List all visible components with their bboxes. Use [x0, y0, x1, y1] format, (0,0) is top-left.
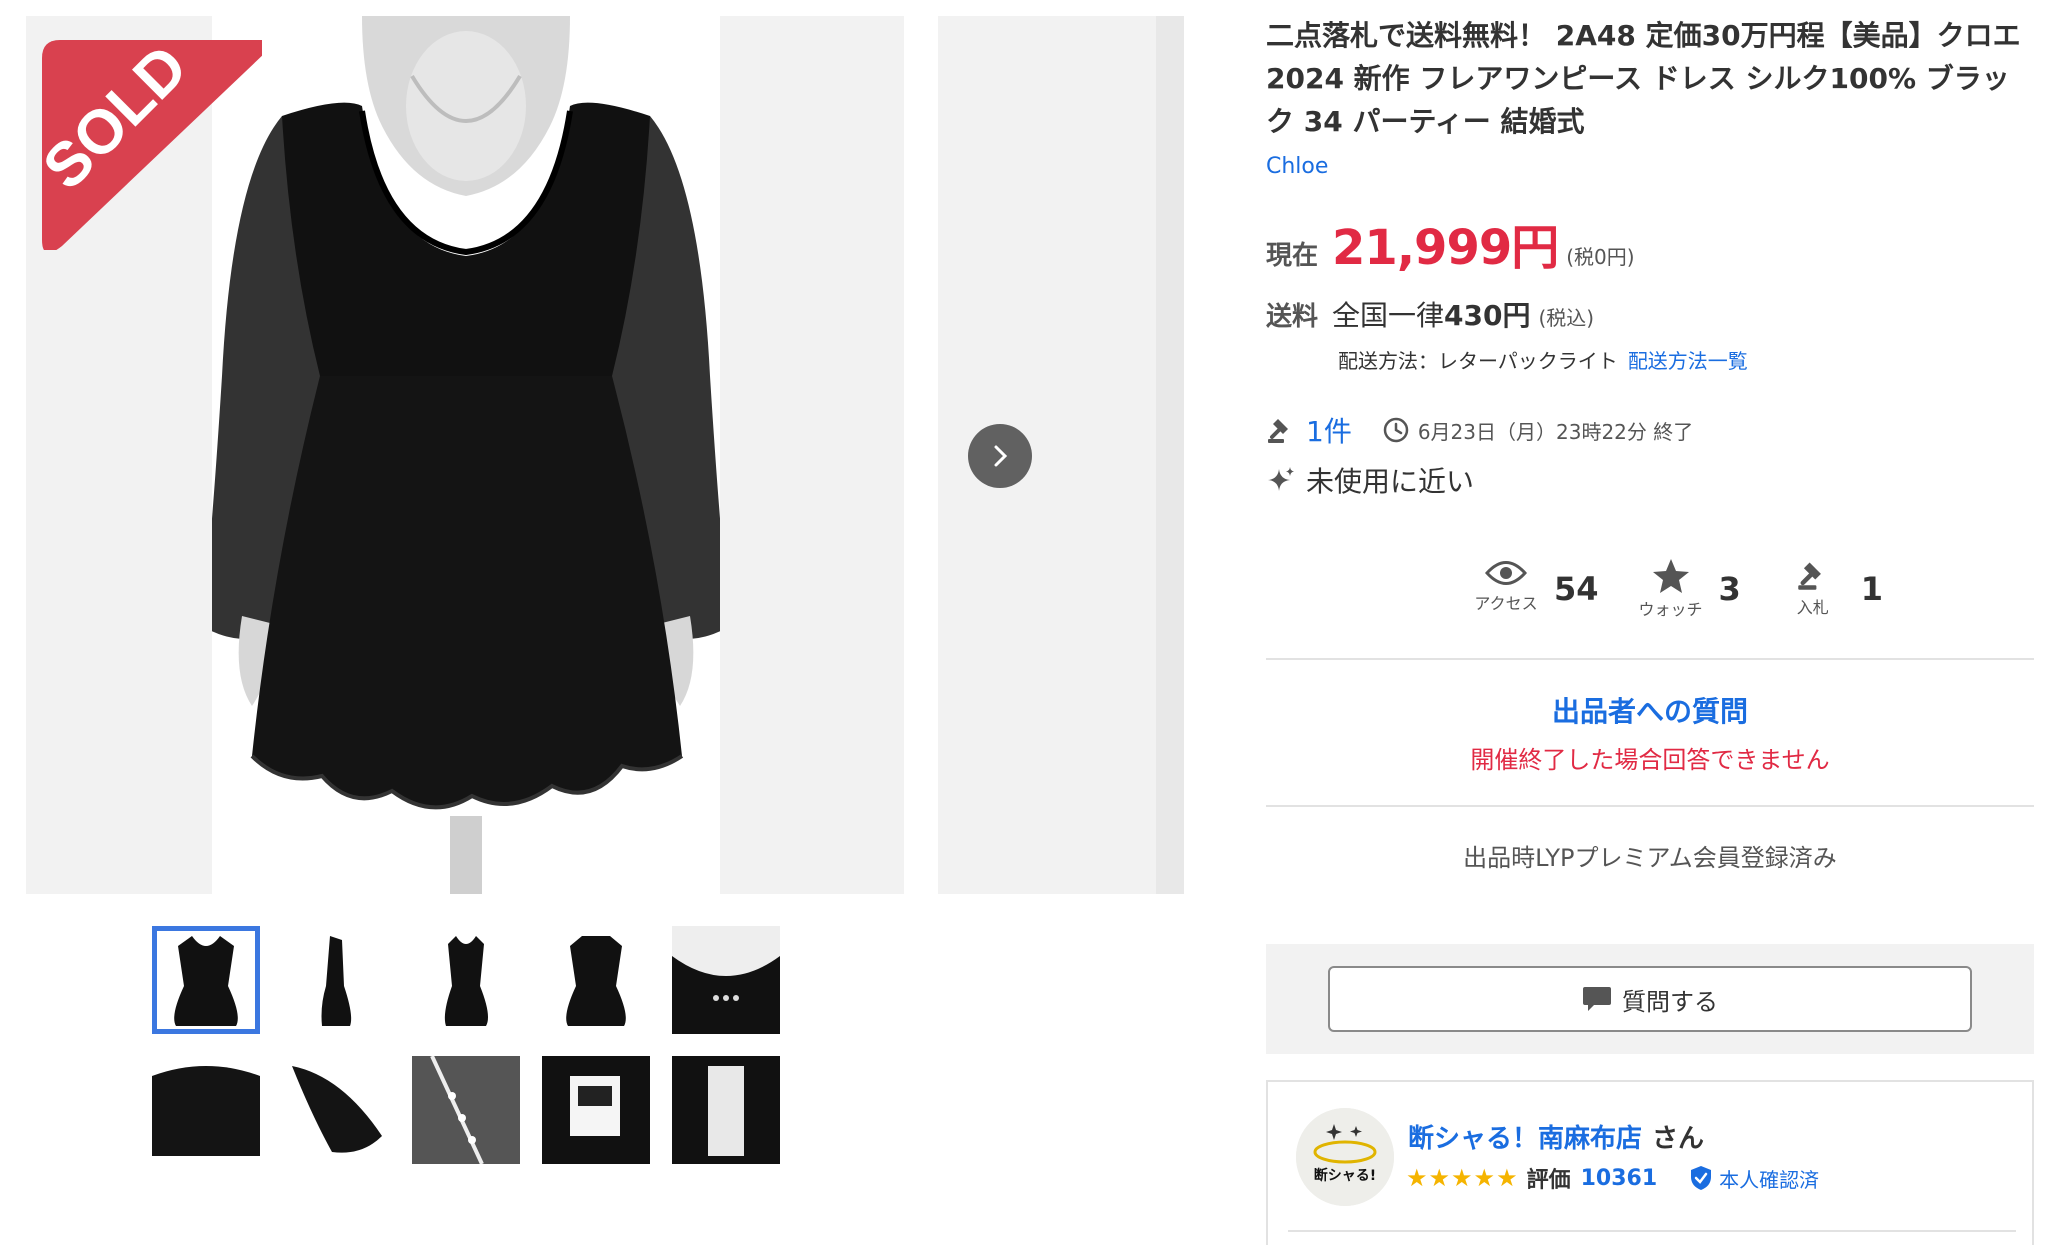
sold-badge: SOLD — [42, 32, 262, 250]
shipping-label: 送料 — [1266, 302, 1319, 332]
thumbnail-4[interactable] — [542, 926, 650, 1034]
end-time: 6月23日（月）23時22分 終了 — [1417, 419, 1694, 444]
rating-count-link[interactable]: 10361 — [1581, 1166, 1658, 1191]
stat-watch: ウォッチ 3 — [1631, 558, 1741, 620]
bid-count-link[interactable]: 1件 — [1306, 410, 1352, 450]
chevron-right-icon — [994, 445, 1008, 467]
access-label: アクセス — [1474, 594, 1538, 613]
speech-bubble-icon — [1583, 987, 1611, 1011]
divider — [1266, 658, 2034, 660]
gavel-icon — [1268, 419, 1288, 443]
premium-member-note: 出品時LYPプレミアム会員登録済み — [1463, 844, 1837, 872]
thumbnail-9[interactable] — [542, 1056, 650, 1164]
shipping-row: 送料 全国一律430円 (税込) — [1266, 294, 1594, 334]
price-label: 現在 — [1266, 241, 1319, 271]
thumbnail-3[interactable] — [412, 926, 520, 1034]
thumbnail-5[interactable] — [672, 926, 780, 1034]
eye-icon — [1485, 561, 1527, 585]
watch-count: 3 — [1718, 570, 1741, 608]
thumbnail-10[interactable] — [672, 1056, 780, 1164]
divider — [1266, 805, 2034, 807]
image-panel-next — [720, 16, 904, 894]
rating-label: 評価 — [1526, 1168, 1571, 1193]
shipping-value: 全国一律430円 — [1332, 299, 1531, 332]
ask-question-label: 質問する — [1622, 987, 1718, 1016]
shipping-method: 配送方法：レターパックライト 配送方法一覧 — [1338, 349, 1748, 373]
brand-link[interactable]: Chloe — [1266, 154, 1328, 179]
bid-label: 入札 — [1796, 598, 1829, 617]
stat-bids: 入札 1 — [1773, 558, 1883, 618]
sparkle-icon — [1268, 467, 1294, 491]
avatar-text: 断シャる! — [1314, 1167, 1376, 1184]
seller-suffix: さん — [1652, 1124, 1705, 1154]
auction-meta: 1件 6月23日（月）23時22分 終了 — [1266, 410, 1693, 450]
seller-card: 断シャる! 断シャる！南麻布店 さん ★★★★★ 評価 10361 本人確認済 — [1266, 1080, 2034, 1245]
access-count: 54 — [1554, 570, 1599, 608]
shipping-methods-link[interactable]: 配送方法一覧 — [1628, 349, 1748, 373]
condition: 未使用に近い — [1306, 465, 1475, 498]
item-stats: アクセス 54 ウォッチ 3 入札 1 — [1466, 558, 1915, 620]
thumbnail-8[interactable] — [412, 1056, 520, 1164]
verified-shield-icon — [1691, 1166, 1712, 1190]
watch-label: ウォッチ — [1638, 600, 1703, 619]
verified-label: 本人確認済 — [1719, 1167, 1820, 1192]
thumbnail-1[interactable] — [152, 926, 260, 1034]
condition-row: 未使用に近い — [1266, 460, 1474, 500]
seller-rating: ★★★★★ 評価 10361 本人確認済 — [1406, 1162, 1819, 1194]
rating-stars: ★★★★★ — [1406, 1164, 1519, 1192]
gavel-icon — [1798, 562, 1821, 590]
bid-count: 1 — [1860, 570, 1884, 608]
next-image-button[interactable] — [968, 424, 1032, 488]
shipping-tax: (税込) — [1538, 306, 1595, 330]
thumbnail-7[interactable] — [282, 1056, 390, 1164]
seller-name-link[interactable]: 断シャる！南麻布店 — [1408, 1124, 1642, 1154]
star-icon — [1652, 559, 1689, 593]
seller-avatar[interactable]: 断シャる! — [1296, 1108, 1394, 1206]
stat-access: アクセス 54 — [1466, 558, 1599, 614]
seller-question-link[interactable]: 出品者への質問 — [1266, 690, 2034, 730]
dress-photo — [212, 16, 720, 894]
ask-question-box: 質問する — [1266, 944, 2034, 1054]
ask-question-button[interactable]: 質問する — [1328, 966, 1972, 1032]
current-price: 21,999円 — [1332, 220, 1559, 276]
question-closed-note: 開催終了した場合回答できません — [1470, 746, 1830, 774]
thumbnail-2[interactable] — [282, 926, 390, 1034]
thumbnail-6[interactable] — [152, 1056, 260, 1164]
price-tax: (税0円) — [1566, 245, 1635, 269]
price-row: 現在 21,999円 (税0円) — [1266, 208, 1635, 278]
divider — [1288, 1230, 2016, 1232]
identity-verified: 本人確認済 — [1689, 1164, 1819, 1193]
item-title: 二点落札で送料無料！ 2A48 定価30万円程【美品】クロエ 2024 新作 フ… — [1266, 19, 2021, 138]
seller-name-row: 断シャる！南麻布店 さん — [1408, 1118, 1704, 1155]
main-product-image[interactable]: SOLD — [26, 16, 1210, 894]
clock-icon — [1383, 417, 1409, 443]
